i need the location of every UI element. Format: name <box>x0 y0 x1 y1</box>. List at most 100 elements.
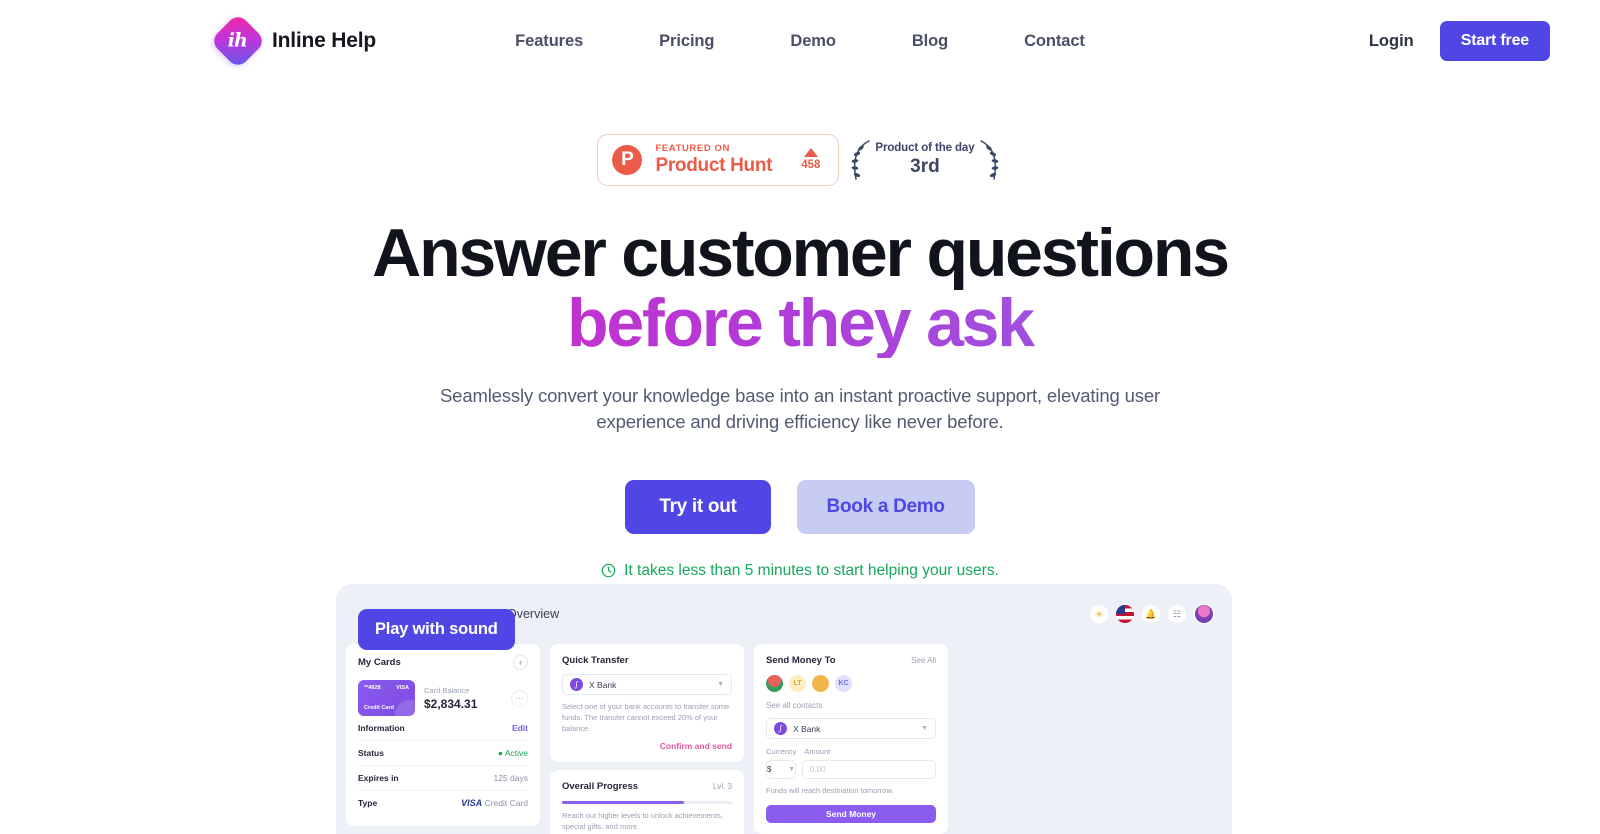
overall-progress-help: Reach out higher levels to unlock achiev… <box>562 810 723 831</box>
avatar[interactable] <box>1194 604 1214 624</box>
hero-subtitle: Seamlessly convert your knowledge base i… <box>439 384 1161 433</box>
credit-card-visual[interactable]: **4628 VISA Credit Card <box>358 680 415 716</box>
quick-transfer-help: Select one of your bank accounts to tran… <box>562 702 730 733</box>
my-cards-title: My Cards <box>358 657 401 668</box>
site-header: ih Inline Help Features Pricing Demo Blo… <box>0 0 1600 82</box>
login-link[interactable]: Login <box>1369 32 1414 51</box>
overall-progress-header: Overall Progress Lvl. 3 <box>562 781 732 792</box>
card-balance-label: Card Balance <box>424 685 470 695</box>
mockup-column-transfer: Quick Transfer ∫ X Bank ▼ Select one of … <box>550 644 744 834</box>
start-free-button[interactable]: Start free <box>1439 21 1550 61</box>
overall-progress-title: Overall Progress <box>562 780 639 792</box>
add-card-button[interactable]: + <box>513 655 528 670</box>
nav-item-contact[interactable]: Contact <box>1024 32 1085 51</box>
hero-cta-row: Try it out Book a Demo <box>0 479 1600 534</box>
info-key: Expires in <box>358 773 399 783</box>
quick-transfer-title: Quick Transfer <box>562 655 629 666</box>
quick-transfer-bank-name: X Bank <box>589 679 617 690</box>
send-money-card: Send Money To See All LT KC See all cont… <box>754 644 948 834</box>
my-cards-card: My Cards + **4628 VISA Credit Card Card … <box>346 644 540 826</box>
chevron-down-icon: ▼ <box>921 725 928 732</box>
nav-item-blog[interactable]: Blog <box>912 32 948 51</box>
info-value: 125 days <box>493 773 529 783</box>
nav-item-demo[interactable]: Demo <box>790 32 836 51</box>
bell-icon[interactable]: 🔔 <box>1142 605 1160 623</box>
mockup-column-send-money: Send Money To See All LT KC See all cont… <box>754 644 948 834</box>
product-of-the-day-rank: 3rd <box>910 155 940 177</box>
mockup-columns: My Cards + **4628 VISA Credit Card Card … <box>336 644 1232 834</box>
clock-icon <box>601 563 616 578</box>
product-hunt-upvote[interactable]: 458 <box>801 148 820 172</box>
us-flag-icon[interactable] <box>1116 605 1134 623</box>
headline-line-2: before they ask <box>0 288 1600 358</box>
amount-input[interactable]: 0.00 <box>802 760 936 779</box>
my-cards-header: My Cards + <box>358 655 528 670</box>
product-hunt-badge[interactable]: P FEATURED ON Product Hunt 458 <box>597 134 840 186</box>
badge-row: P FEATURED ON Product Hunt 458 Product o… <box>0 134 1600 186</box>
card-more-button[interactable]: ··· <box>511 689 528 707</box>
avatar[interactable]: LT <box>789 675 806 692</box>
amount-label: Amount <box>804 747 831 756</box>
overall-progress-level: Lvl. 3 <box>712 781 732 791</box>
product-hunt-title: Product Hunt <box>655 154 773 176</box>
product-of-the-day-label: Product of the day <box>875 142 975 155</box>
nav-item-features[interactable]: Features <box>515 32 583 51</box>
avatar[interactable] <box>812 675 829 692</box>
send-money-bank-select[interactable]: ∫ X Bank ▼ <box>766 718 936 739</box>
quick-transfer-card: Quick Transfer ∫ X Bank ▼ Select one of … <box>550 644 744 762</box>
avatar[interactable]: KC <box>835 675 852 692</box>
see-all-contacts-link[interactable]: See all contacts <box>766 701 936 710</box>
upvote-triangle-icon <box>803 148 818 158</box>
edit-link[interactable]: Edit <box>512 723 528 733</box>
info-key: Type <box>358 798 378 808</box>
send-money-footnote: Funds will reach destination tomorrow. <box>766 786 894 795</box>
mockup-column-cards: My Cards + **4628 VISA Credit Card Card … <box>346 644 540 834</box>
currency-label: Currency <box>766 747 797 756</box>
quick-transfer-bank-select[interactable]: ∫ X Bank ▼ <box>562 674 732 695</box>
nav-item-pricing[interactable]: Pricing <box>659 32 714 51</box>
page-title: Answer customer questions before they as… <box>0 218 1600 358</box>
grid-icon[interactable]: ☷ <box>1168 605 1186 623</box>
book-a-demo-button[interactable]: Book a Demo <box>796 479 975 534</box>
progress-fill <box>562 800 685 804</box>
my-cards-summary: **4628 VISA Credit Card Card Balance $2,… <box>358 680 528 716</box>
send-money-button[interactable]: Send Money <box>766 804 936 823</box>
product-hunt-text: FEATURED ON Product Hunt <box>655 144 772 176</box>
currency-amount-labels: Currency Amount <box>766 747 936 756</box>
info-key: Status <box>358 748 384 758</box>
play-with-sound-button[interactable]: Play with sound <box>358 609 515 650</box>
see-all-link[interactable]: See All <box>911 656 936 665</box>
currency-select[interactable]: $ ▼ <box>766 760 796 779</box>
card-number: **4628 <box>364 685 381 691</box>
table-row: Information Edit <box>358 716 528 741</box>
product-hunt-eyebrow: FEATURED ON <box>655 143 730 154</box>
chevron-down-icon: ▼ <box>717 681 724 688</box>
credit-card-top: **4628 VISA <box>364 685 409 691</box>
product-of-the-day-text: Product of the day 3rd <box>875 142 974 177</box>
confirm-and-send-link[interactable]: Confirm and send <box>562 741 732 751</box>
bank-icon: ∫ <box>774 722 787 735</box>
info-key: Information <box>358 723 405 733</box>
chevron-down-icon: ▼ <box>788 766 795 773</box>
currency-amount-row: $ ▼ 0.00 <box>766 760 936 779</box>
card-balance-block: Card Balance $2,834.31 <box>424 686 477 711</box>
send-money-title: Send Money To <box>766 655 836 666</box>
card-balance-value: $2,834.31 <box>424 696 478 711</box>
avatar[interactable] <box>766 675 783 692</box>
status-badge: ● Active <box>497 748 528 758</box>
try-it-out-button[interactable]: Try it out <box>625 479 771 534</box>
table-row: Expires in 125 days <box>358 766 528 791</box>
brand-name: Inline Help <box>272 29 376 52</box>
header-actions: Login Start free <box>1369 21 1550 61</box>
product-of-the-day-badge: Product of the day 3rd <box>847 137 1002 183</box>
logo-mark-text: ih <box>228 29 248 52</box>
brand-logo[interactable]: ih Inline Help <box>209 12 376 70</box>
table-row: Status ● Active <box>358 741 528 766</box>
table-row: Type VISA Credit Card <box>358 791 528 815</box>
progress-track <box>562 800 732 804</box>
laurel-right-icon <box>979 140 998 180</box>
sun-icon[interactable]: ☀ <box>1090 605 1108 623</box>
currency-value: $ <box>767 765 772 774</box>
overall-progress-card: Overall Progress Lvl. 3 Reach out higher… <box>550 769 744 834</box>
info-value: VISA Credit Card <box>461 798 528 808</box>
